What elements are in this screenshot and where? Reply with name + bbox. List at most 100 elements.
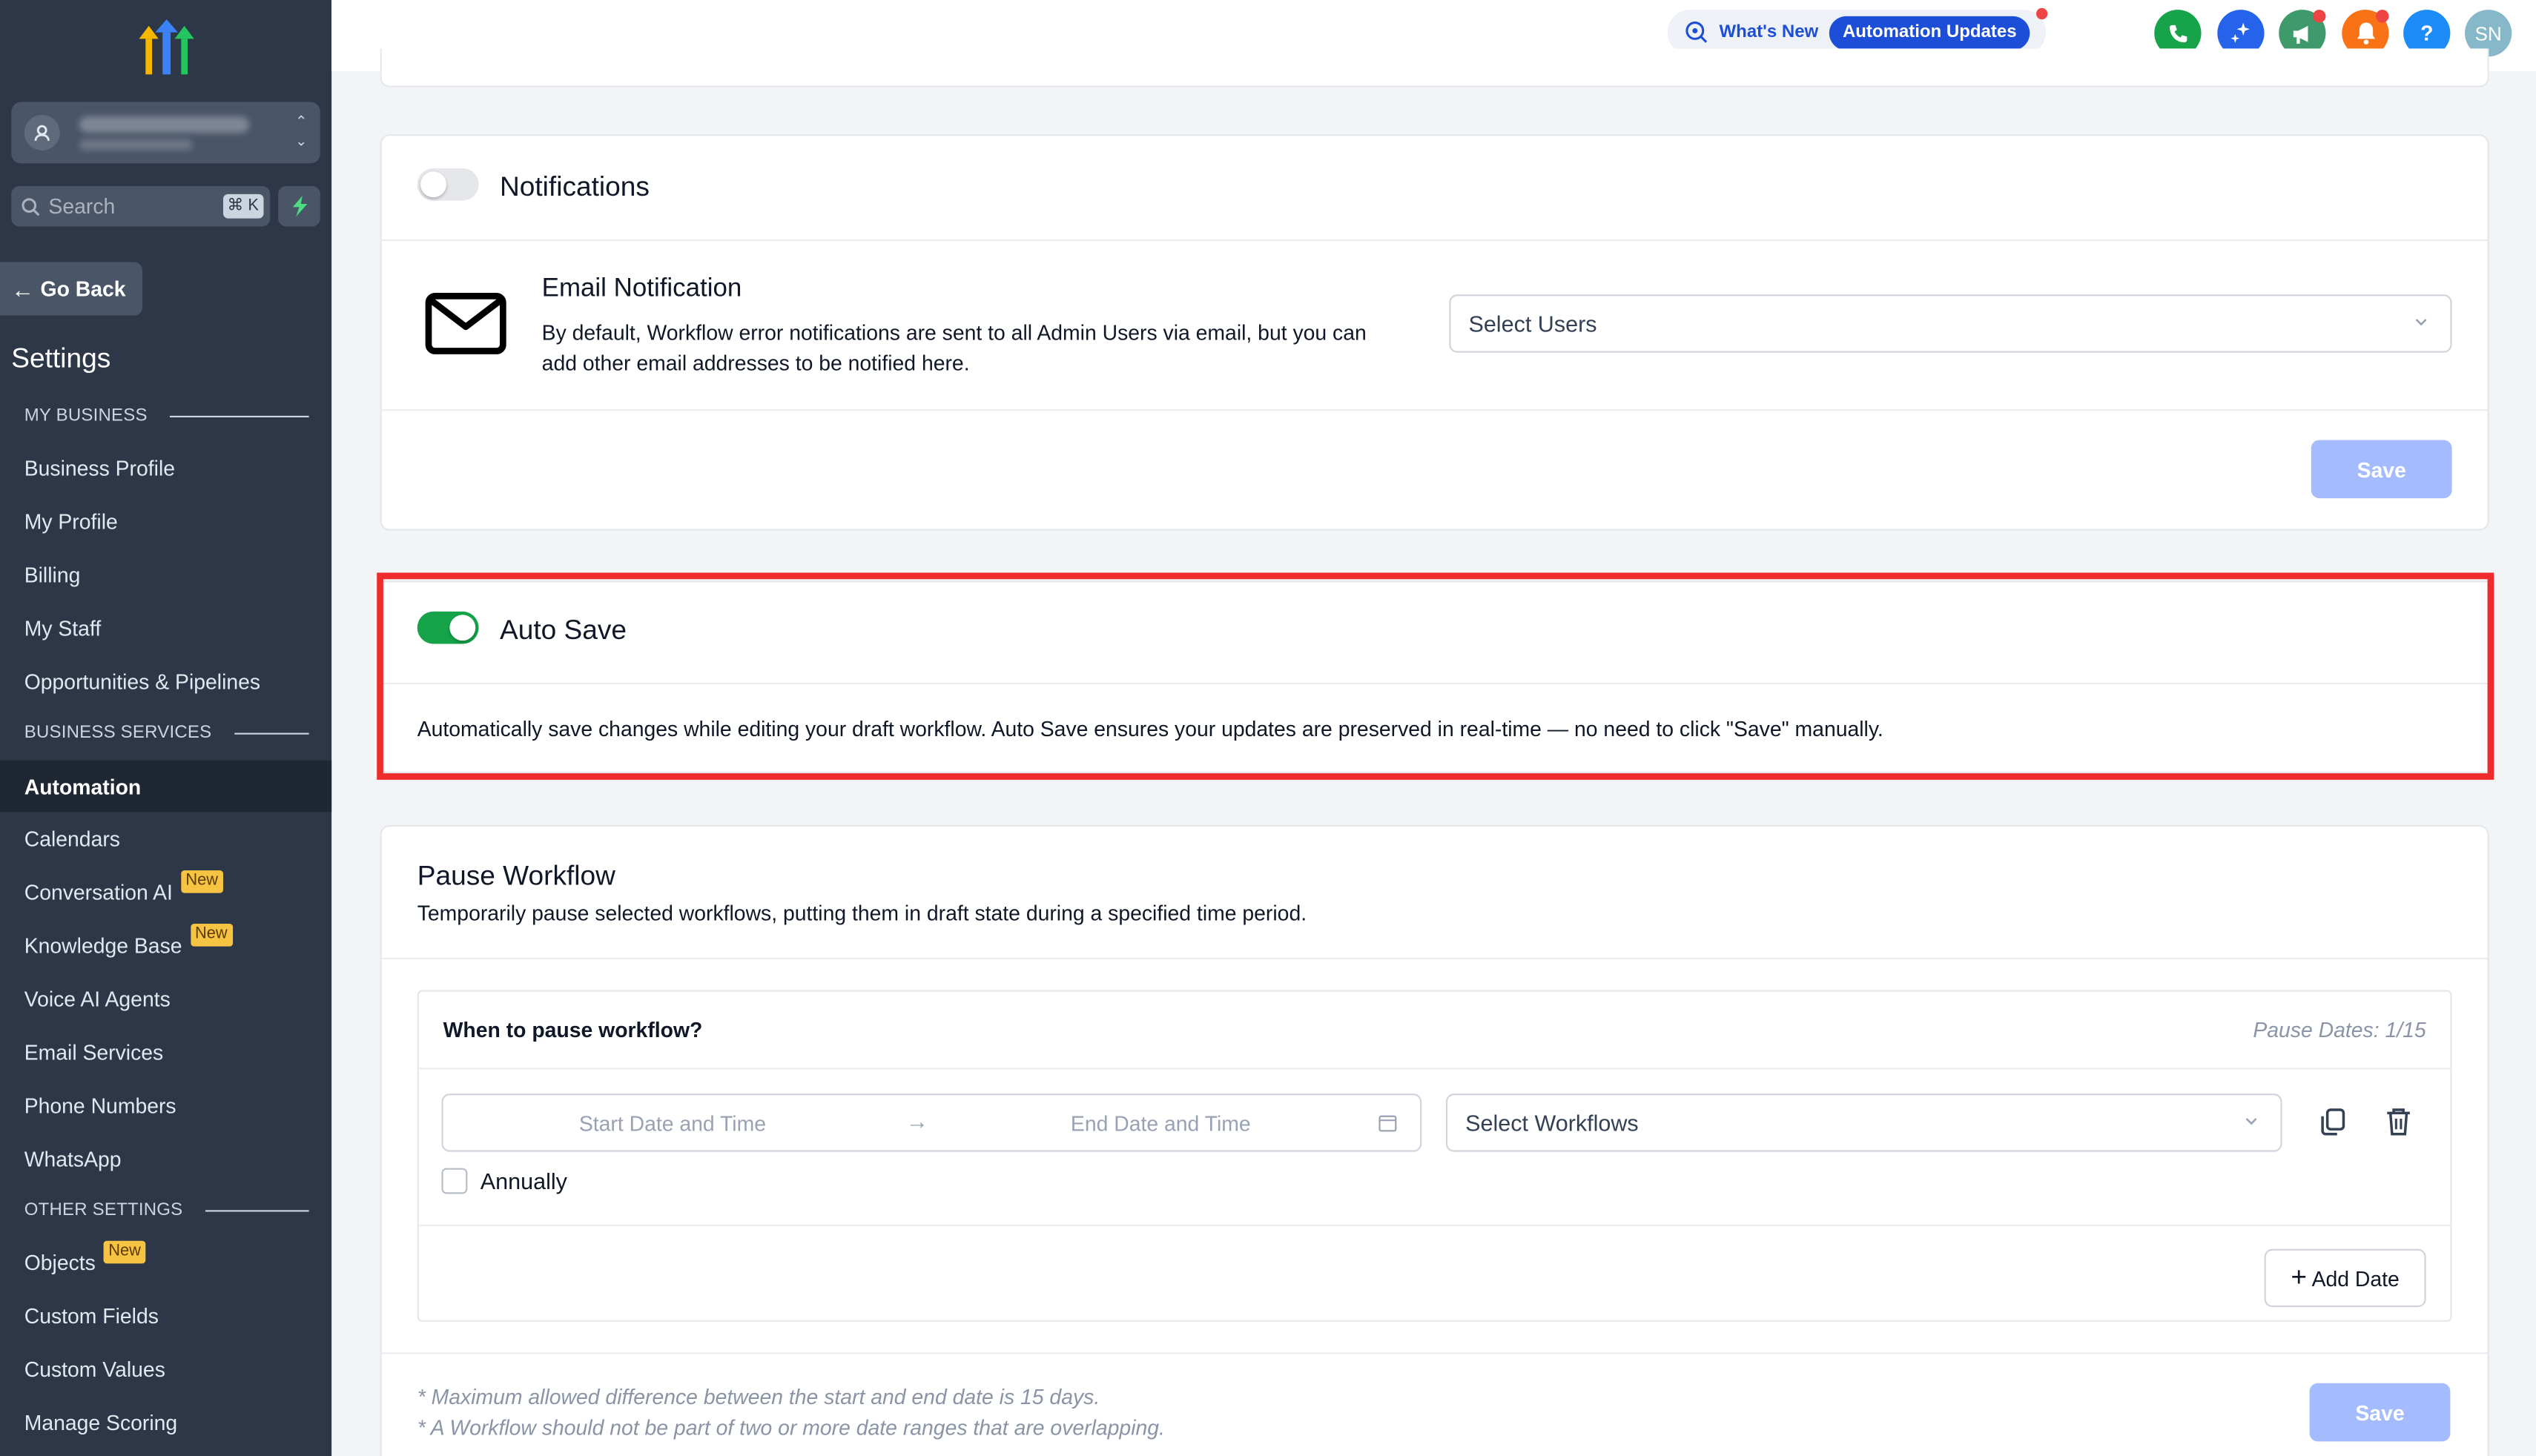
- section-header-business-services: BUSINESS SERVICES: [24, 723, 309, 743]
- notifications-title: Notifications: [499, 171, 650, 202]
- app-logo[interactable]: [136, 19, 197, 78]
- description-line: add other email addresses to be notified…: [541, 351, 970, 376]
- select-workflows-placeholder: Select Workflows: [1465, 1110, 1639, 1136]
- email-notification-description: By default, Workflow error notifications…: [542, 317, 1367, 379]
- auto-save-description: Automatically save changes while editing…: [417, 716, 1883, 741]
- sidebar-item-objects[interactable]: Objects New: [0, 1236, 331, 1288]
- sidebar-item-billing[interactable]: Billing: [0, 549, 331, 600]
- section-label: MY BUSINESS: [24, 406, 148, 426]
- sidebar-item-custom-fields[interactable]: Custom Fields: [0, 1289, 331, 1341]
- copy-icon[interactable]: [2318, 1107, 2348, 1137]
- go-back-label: Go Back: [40, 277, 126, 301]
- start-date-input[interactable]: Start Date and Time: [579, 1111, 766, 1136]
- chevron-updown-icon: ⌃ ⌄: [294, 113, 308, 149]
- pause-dates-box: When to pause workflow? Pause Dates: 1/1…: [417, 990, 2452, 1322]
- select-workflows-dropdown[interactable]: Select Workflows: [1445, 1093, 2282, 1152]
- email-notification-title: Email Notification: [541, 274, 742, 303]
- sidebar-item-label: Conversation AI: [24, 879, 173, 904]
- arrow-left-icon: ←: [11, 276, 34, 302]
- end-date-input[interactable]: End Date and Time: [1071, 1111, 1251, 1136]
- bell-icon: [2356, 22, 2374, 45]
- when-to-pause-label: When to pause workflow?: [443, 1017, 703, 1042]
- pause-workflow-save-button[interactable]: Save: [2309, 1383, 2451, 1442]
- new-badge: New: [190, 924, 233, 947]
- arrow-right-icon: →: [905, 1108, 928, 1134]
- divider: [418, 1224, 2451, 1227]
- date-range-picker[interactable]: Start Date and Time → End Date and Time: [441, 1093, 1422, 1152]
- sidebar-item-label: Knowledge Base: [24, 933, 182, 957]
- divider: [418, 1068, 2451, 1070]
- settings-title: Settings: [11, 343, 111, 374]
- sidebar-item-phone-numbers[interactable]: Phone Numbers: [0, 1079, 331, 1131]
- section-label: OTHER SETTINGS: [24, 1200, 183, 1220]
- help-icon: ?: [2420, 21, 2434, 46]
- auto-save-toggle[interactable]: [417, 611, 479, 644]
- chevron-down-icon: [2415, 319, 2427, 326]
- section-header-my-business: MY BUSINESS: [24, 406, 309, 426]
- new-badge: New: [103, 1240, 146, 1264]
- pause-workflow-description: Temporarily pause selected workflows, pu…: [417, 901, 1307, 926]
- sidebar-item-calendars[interactable]: Calendars: [0, 812, 331, 864]
- section-label: BUSINESS SERVICES: [24, 723, 212, 743]
- account-name-redacted: [79, 116, 249, 133]
- select-users-placeholder: Select Users: [1468, 310, 1597, 337]
- sidebar-item-voice-ai-agents[interactable]: Voice AI Agents: [0, 973, 331, 1025]
- notifications-card: Notifications Email Notification By defa…: [380, 134, 2489, 531]
- previous-settings-card: [380, 48, 2489, 87]
- sidebar-item-custom-values[interactable]: Custom Values: [0, 1343, 331, 1394]
- sidebar-item-conversation-ai[interactable]: Conversation AI New: [0, 865, 331, 917]
- phone-icon: [2168, 24, 2187, 42]
- pause-dates-counter: Pause Dates: 1/15: [2253, 1017, 2426, 1042]
- sidebar-item-automation[interactable]: Automation: [0, 760, 332, 813]
- auto-save-card: Auto Save Automatically save changes whi…: [380, 580, 2489, 774]
- description-line: By default, Workflow error notifications…: [541, 320, 1367, 345]
- search-icon: [22, 197, 40, 216]
- divider: [381, 957, 2488, 960]
- select-users-dropdown[interactable]: Select Users: [1449, 294, 2452, 353]
- sidebar-item-email-services[interactable]: Email Services: [0, 1026, 331, 1078]
- auto-save-title: Auto Save: [499, 615, 627, 646]
- plus-icon: +: [2291, 1262, 2308, 1293]
- notification-dot: [2376, 10, 2389, 23]
- divider: [381, 239, 2488, 242]
- divider: [381, 682, 2488, 685]
- section-header-other-settings: OTHER SETTINGS: [24, 1200, 309, 1220]
- location-icon: [24, 114, 60, 150]
- app-root: ⌃ ⌄ Search ⌘ K ← Go Back Settings MY BUSI…: [0, 0, 2536, 1456]
- quick-actions-button[interactable]: [278, 185, 320, 227]
- sidebar-item-manage-scoring[interactable]: Manage Scoring: [0, 1396, 331, 1448]
- account-address-redacted: [79, 139, 193, 150]
- note-overlap: * A Workflow should not be part of two o…: [417, 1415, 1165, 1440]
- sidebar-item-my-profile[interactable]: My Profile: [0, 495, 331, 547]
- add-date-button[interactable]: + Add Date: [2264, 1248, 2426, 1308]
- new-badge: New: [180, 870, 223, 893]
- calendar-icon: [1378, 1115, 1397, 1132]
- notification-dot: [2313, 10, 2326, 23]
- lightning-icon: [291, 196, 307, 217]
- search-bar[interactable]: Search ⌘ K: [11, 185, 271, 227]
- mail-icon: [425, 292, 506, 354]
- search-placeholder: Search: [48, 193, 116, 219]
- sidebar-item-my-staff[interactable]: My Staff: [0, 602, 331, 654]
- notifications-toggle[interactable]: [417, 168, 479, 201]
- sparkle-icon: [2230, 22, 2250, 43]
- pause-workflow-title: Pause Workflow: [417, 860, 615, 892]
- whats-new-label: What's New: [1719, 22, 1819, 42]
- sidebar-item-knowledge-base[interactable]: Knowledge Base New: [0, 919, 331, 971]
- annually-checkbox[interactable]: [441, 1168, 468, 1194]
- automation-updates-button[interactable]: Automation Updates: [1829, 15, 2030, 50]
- go-back-button[interactable]: ← Go Back: [0, 262, 142, 316]
- sidebar-item-business-profile[interactable]: Business Profile: [0, 442, 331, 494]
- sidebar-item-opportunities[interactable]: Opportunities & Pipelines: [0, 655, 331, 707]
- sidebar: ⌃ ⌄ Search ⌘ K ← Go Back Settings MY BUSI…: [0, 0, 332, 1456]
- annually-label: Annually: [480, 1168, 567, 1194]
- avatar-initials: SN: [2474, 21, 2502, 45]
- sidebar-item-whatsapp[interactable]: WhatsApp: [0, 1133, 331, 1185]
- trash-icon[interactable]: [2384, 1107, 2413, 1137]
- notification-dot: [2036, 7, 2048, 20]
- divider: [381, 409, 2488, 411]
- account-switcher[interactable]: ⌃ ⌄: [11, 102, 320, 164]
- add-date-label: Add Date: [2311, 1265, 2400, 1291]
- notifications-save-button[interactable]: Save: [2311, 440, 2452, 499]
- chevron-down-icon: [2245, 1118, 2257, 1125]
